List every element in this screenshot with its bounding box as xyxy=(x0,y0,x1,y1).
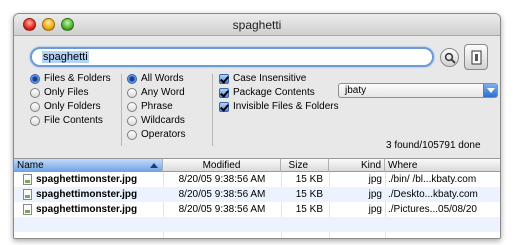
search-flags: Case Insensitive Package Contents Invisi… xyxy=(219,72,339,114)
option-label: Operators xyxy=(141,129,186,140)
jpeg-file-icon xyxy=(23,174,32,185)
cell-size: 15 KB xyxy=(295,189,323,200)
user-popup-value: jbaty xyxy=(345,85,367,96)
option-label: Files & Folders xyxy=(44,73,111,84)
scope-option[interactable]: Files & Folders xyxy=(30,72,111,86)
cell-size: 15 KB xyxy=(295,174,323,185)
jpeg-file-icon xyxy=(23,204,32,215)
cell-kind: jpg xyxy=(368,189,382,200)
column-header-size[interactable]: Size xyxy=(281,159,329,172)
flag-label: Case Insensitive xyxy=(233,73,307,84)
match-option[interactable]: All Words xyxy=(127,72,185,86)
column-header-kind[interactable]: Kind xyxy=(329,159,385,172)
column-header-name[interactable]: Name xyxy=(14,159,163,172)
cell-where: ./Pictures...05/08/20 xyxy=(388,204,477,215)
jpeg-file-icon xyxy=(23,189,32,200)
popup-arrow-icon[interactable] xyxy=(483,84,497,97)
table-header: Name Modified Size Kind Where xyxy=(14,159,500,172)
user-popup-menu[interactable]: jbaty xyxy=(338,83,498,98)
checkbox-checked-icon[interactable] xyxy=(219,88,229,98)
checkbox-checked-icon[interactable] xyxy=(219,102,229,112)
window-title: spaghetti xyxy=(232,18,282,32)
cell-kind: jpg xyxy=(368,204,382,215)
radio-icon[interactable] xyxy=(127,116,137,126)
search-query[interactable]: spaghetti xyxy=(42,51,89,63)
scope-option[interactable]: File Contents xyxy=(30,114,111,128)
cell-where: ./Deskto...kbaty.com xyxy=(388,189,478,200)
table-row[interactable]: spaghettimonster.jpg 8/20/05 9:38:56 AM … xyxy=(14,202,500,217)
radio-selected-icon[interactable] xyxy=(30,74,40,84)
table-row-empty xyxy=(14,217,500,232)
match-option[interactable]: Any Word xyxy=(127,86,185,100)
cell-name: spaghettimonster.jpg xyxy=(36,189,138,200)
option-label: Only Files xyxy=(44,87,89,98)
magnifier-icon xyxy=(444,52,456,64)
radio-icon[interactable] xyxy=(30,88,40,98)
table-row[interactable]: spaghettimonster.jpg 8/20/05 9:38:56 AM … xyxy=(14,172,500,187)
cell-where: ./bin/ /bl...kbaty.com xyxy=(388,174,477,185)
column-header-where[interactable]: Where xyxy=(385,159,500,172)
cell-modified: 8/20/05 9:38:56 AM xyxy=(178,189,266,200)
drawer-toggle-button[interactable] xyxy=(464,44,488,70)
flag-option[interactable]: Invisible Files & Folders xyxy=(219,100,339,114)
option-label: Only Folders xyxy=(44,101,101,112)
match-options: All Words Any Word Phrase Wildcards Oper… xyxy=(127,72,185,142)
scope-options: Files & Folders Only Files Only Folders … xyxy=(30,72,111,128)
match-option[interactable]: Phrase xyxy=(127,100,185,114)
cell-size: 15 KB xyxy=(295,204,323,215)
drawer-icon xyxy=(471,50,482,65)
option-label: Phrase xyxy=(141,101,173,112)
radio-icon[interactable] xyxy=(30,102,40,112)
scope-option[interactable]: Only Files xyxy=(30,86,111,100)
flag-label: Invisible Files & Folders xyxy=(233,101,339,112)
column-header-modified[interactable]: Modified xyxy=(163,159,281,172)
radio-icon[interactable] xyxy=(127,102,137,112)
search-status: 3 found/105791 done xyxy=(386,140,481,151)
cell-name: spaghettimonster.jpg xyxy=(36,174,138,185)
option-label: File Contents xyxy=(44,115,103,126)
sort-ascending-icon xyxy=(150,163,158,168)
match-option[interactable]: Wildcards xyxy=(127,114,185,128)
flag-option[interactable]: Package Contents xyxy=(219,86,339,100)
cell-modified: 8/20/05 9:38:56 AM xyxy=(178,204,266,215)
cell-name: spaghettimonster.jpg xyxy=(36,204,138,215)
divider xyxy=(121,74,122,146)
scope-option[interactable]: Only Folders xyxy=(30,100,111,114)
checkbox-checked-icon[interactable] xyxy=(219,74,229,84)
search-field[interactable]: spaghetti xyxy=(30,47,434,67)
table-row[interactable]: spaghettimonster.jpg 8/20/05 9:38:56 AM … xyxy=(14,187,500,202)
flag-option[interactable]: Case Insensitive xyxy=(219,72,339,86)
flag-label: Package Contents xyxy=(233,87,315,98)
results-table: Name Modified Size Kind Where spaghettim… xyxy=(14,158,500,238)
radio-selected-icon[interactable] xyxy=(127,74,137,84)
option-label: Any Word xyxy=(141,87,185,98)
option-label: All Words xyxy=(141,73,184,84)
match-option[interactable]: Operators xyxy=(127,128,185,142)
radio-icon[interactable] xyxy=(30,116,40,126)
cell-kind: jpg xyxy=(368,174,382,185)
search-button[interactable] xyxy=(440,48,459,67)
radio-icon[interactable] xyxy=(127,88,137,98)
divider xyxy=(212,74,213,146)
option-label: Wildcards xyxy=(141,115,185,126)
finder-search-window: spaghetti spaghetti Files & Folders Only… xyxy=(13,13,501,239)
cell-modified: 8/20/05 9:38:56 AM xyxy=(178,174,266,185)
title-bar[interactable]: spaghetti xyxy=(14,14,500,36)
column-header-label: Name xyxy=(17,160,44,171)
radio-icon[interactable] xyxy=(127,130,137,140)
